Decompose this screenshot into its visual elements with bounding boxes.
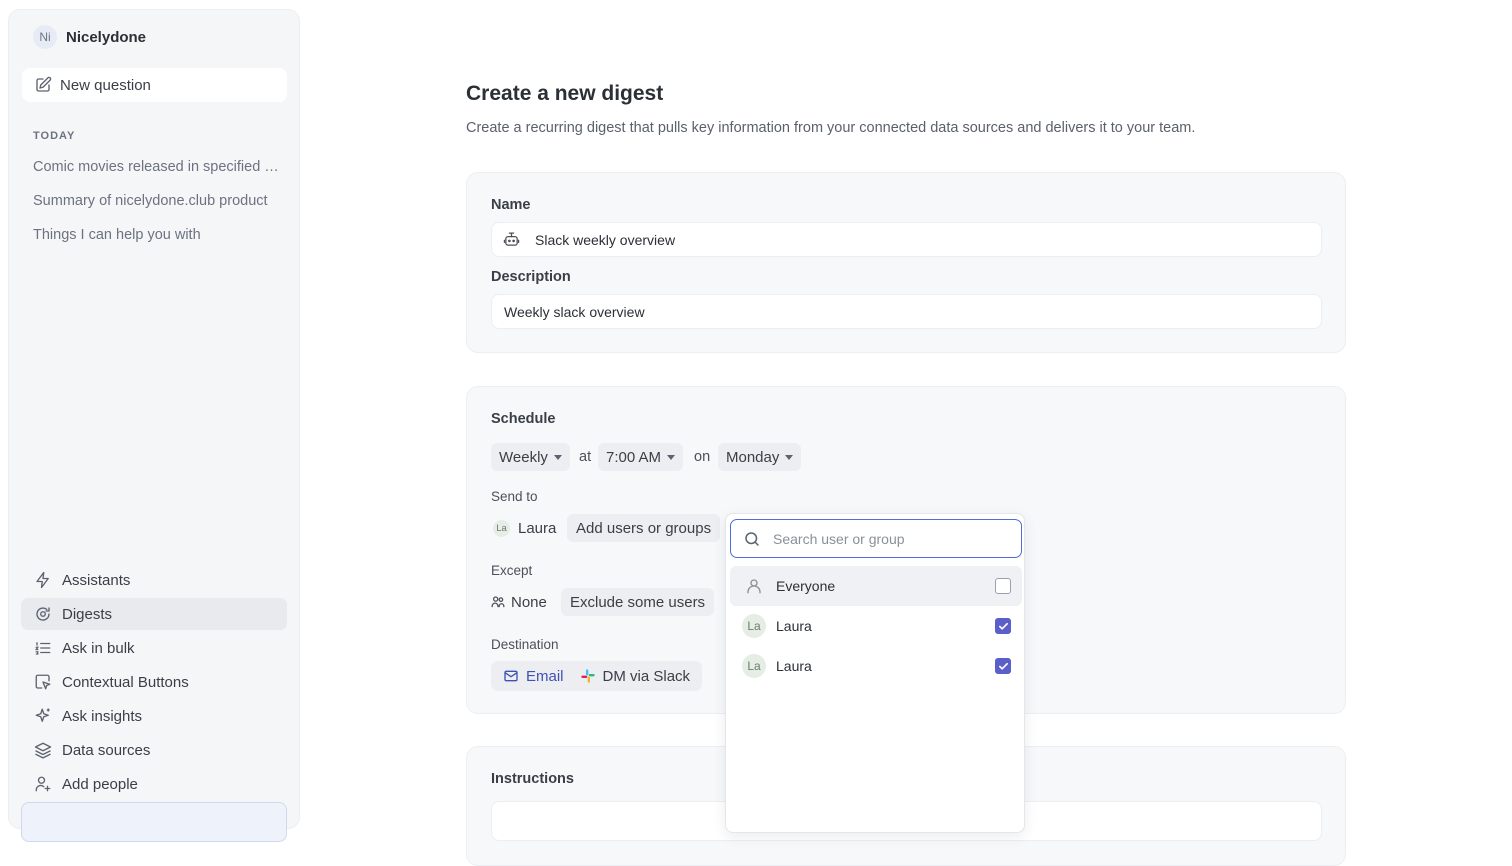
mail-icon [504,670,518,682]
search-input[interactable] [773,530,993,547]
layers-icon [34,742,52,759]
checkmark-icon [998,622,1008,630]
caret-down-icon [553,454,562,460]
avatar: La [742,614,766,638]
exclude-users-button[interactable]: Exclude some users [561,588,715,616]
slack-icon [580,669,595,683]
description-label: Description [491,269,571,285]
description-value: Weekly slack overview [504,303,645,320]
sidebar-item-label: Ask in bulk [62,639,135,657]
user-outline-icon [742,574,766,598]
section-today: TODAY [33,130,76,142]
recipient-chip[interactable]: La Laura [493,514,556,542]
send-to-label: Send to [491,489,538,504]
option-user[interactable]: La Laura [730,606,1022,646]
sidebar-item-digests[interactable]: Digests [21,598,287,630]
edit-icon [36,76,52,92]
option-label: Laura [776,618,812,634]
page-subtitle: Create a recurring digest that pulls key… [466,120,1196,136]
recipient-name: Laura [518,519,557,537]
sidebar-item-label: Digests [62,605,113,623]
day-value: Monday [726,448,780,466]
numbered-list-icon [34,642,51,655]
page-title: Create a new digest [466,82,664,105]
sidebar-item-data-sources[interactable]: Data sources [21,734,287,766]
except-label: Except [491,563,533,578]
destination-slack[interactable]: DM via Slack [574,663,697,689]
option-label: Laura [776,658,812,674]
sidebar-item-label: Data sources [62,741,151,759]
caret-down-icon [785,454,794,460]
except-value: None [511,593,547,611]
avatar: La [493,519,510,537]
sidebar-item-add-people[interactable]: Add people [21,768,287,800]
option-label: Everyone [776,578,836,594]
workspace-name: Nicelydone [66,28,147,46]
name-label: Name [491,197,531,213]
name-value: Slack weekly overview [535,231,676,248]
sparkles-icon [35,708,50,722]
sidebar-item-assistants[interactable]: Assistants [21,564,287,596]
workspace-avatar: Ni [33,25,57,49]
sidebar-item-ask-in-bulk[interactable]: Ask in bulk [21,632,287,664]
time-value: 7:00 AM [606,448,662,466]
group-icon [491,596,505,608]
name-field[interactable]: Slack weekly overview [491,222,1322,257]
destination-label: Destination [491,637,559,652]
new-question-label: New question [60,76,151,94]
sidebar: Ni Nicelydone New question TODAY Comic m… [8,9,300,842]
lightning-icon [36,571,49,589]
time-select[interactable]: 7:00 AM [598,443,684,471]
frequency-value: Weekly [499,448,548,466]
destination-email[interactable]: Email [497,663,570,689]
workspace-switcher[interactable]: Ni Nicelydone [33,25,146,49]
destination-toggle: Email DM via Slack [491,661,703,691]
search-icon [745,531,759,546]
avatar: La [742,654,766,678]
robot-icon [503,232,520,246]
user-picker-dropdown: Everyone La Laura La Laura [725,513,1025,833]
digest-icon [36,607,50,621]
option-user[interactable]: La Laura [730,646,1022,686]
cursor-click-icon [35,674,51,690]
sidebar-item-contextual-buttons[interactable]: Contextual Buttons [21,666,287,698]
on-word: on [694,449,711,465]
day-select[interactable]: Monday [718,443,802,471]
option-checkbox[interactable] [995,578,1011,594]
schedule-label: Schedule [491,411,556,427]
history-item[interactable]: Summary of nicelydone.club product [33,193,283,209]
add-user-icon [35,776,51,792]
new-question-button[interactable]: New question [22,68,287,102]
search-box[interactable] [730,519,1022,558]
history-item[interactable]: Comic movies released in specified d... [33,159,283,175]
instructions-label: Instructions [491,771,574,787]
destination-label-text: Email [526,667,564,685]
sidebar-item-label: Contextual Buttons [62,673,189,691]
except-chip[interactable]: None [491,588,547,616]
frequency-select[interactable]: Weekly [491,443,570,471]
upgrade-banner[interactable] [21,802,287,842]
at-word: at [579,449,592,465]
checkmark-icon [998,662,1008,670]
details-card: Name Slack weekly overview Description W… [466,172,1346,353]
sidebar-item-label: Assistants [62,571,131,589]
sidebar-item-label: Add people [62,775,138,793]
description-field[interactable]: Weekly slack overview [491,294,1322,329]
destination-label-text: DM via Slack [602,667,691,685]
caret-down-icon [667,454,676,460]
add-users-button[interactable]: Add users or groups [567,514,721,542]
option-everyone[interactable]: Everyone [730,566,1022,606]
sidebar-item-label: Ask insights [62,707,143,725]
history-item[interactable]: Things I can help you with [33,227,283,243]
option-checkbox[interactable] [995,618,1011,634]
sidebar-item-ask-insights[interactable]: Ask insights [21,700,287,732]
option-checkbox[interactable] [995,658,1011,674]
